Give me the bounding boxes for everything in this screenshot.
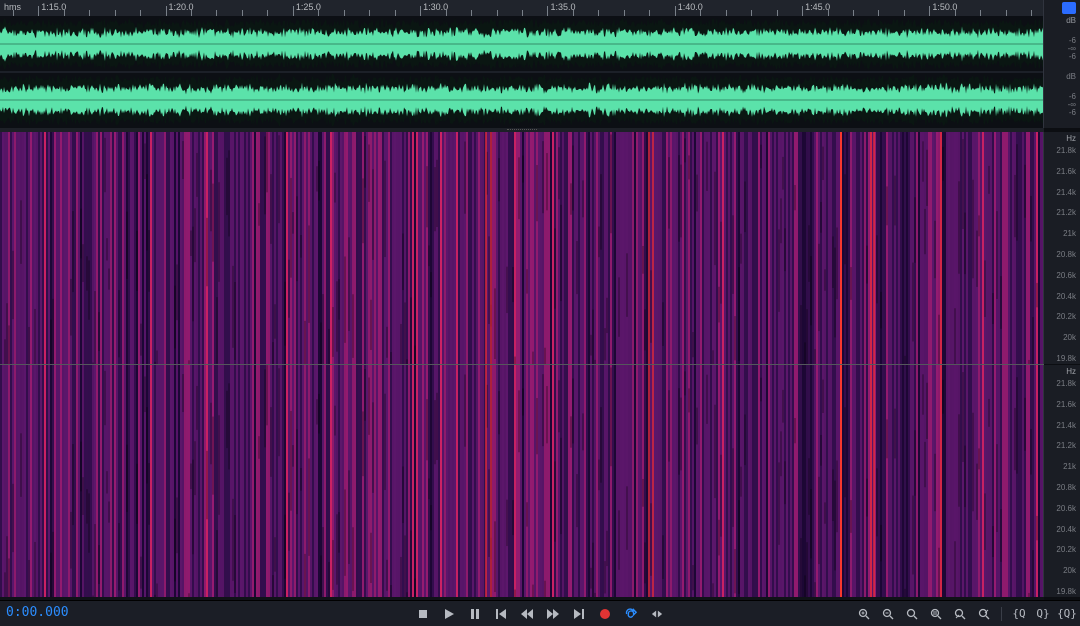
freq-scale-unit-right: Hz xyxy=(1066,367,1076,376)
skip-selection-button[interactable] xyxy=(650,607,664,621)
record-button[interactable] xyxy=(598,607,612,621)
play-button[interactable] xyxy=(442,607,456,621)
zoom-out-point-button[interactable] xyxy=(977,607,991,621)
zoom-in-point-button[interactable] xyxy=(953,607,967,621)
loop-button[interactable] xyxy=(624,607,638,621)
zoom-in-button[interactable] xyxy=(857,607,871,621)
rewind-button[interactable] xyxy=(520,607,534,621)
zoom-controls: {Q Q} {Q} xyxy=(857,601,1074,626)
skip-forward-button[interactable] xyxy=(572,607,586,621)
zoom-full-button[interactable] xyxy=(905,607,919,621)
timeline-options-icon[interactable] xyxy=(1062,2,1076,14)
zoom-out-button[interactable] xyxy=(881,607,895,621)
timeline-corner xyxy=(1043,0,1080,16)
freq-scale-unit-left: Hz xyxy=(1066,134,1076,143)
fast-forward-button[interactable] xyxy=(546,607,560,621)
transport-controls xyxy=(416,601,664,626)
selection-range-button[interactable]: {Q} xyxy=(1060,607,1074,621)
waveform-panel[interactable] xyxy=(0,16,1044,129)
selection-in-button[interactable]: {Q xyxy=(1012,607,1026,621)
status-bar: 0:00.000 {Q Q} {Q} xyxy=(0,600,1080,626)
pause-button[interactable] xyxy=(468,607,482,621)
record-icon xyxy=(600,609,610,619)
stop-button[interactable] xyxy=(416,607,430,621)
frequency-scale-left: Hz 21.8k21.6k21.4k21.2k21k20.8k20.6k20.4… xyxy=(1043,132,1080,364)
frequency-scale-right: Hz 21.8k21.6k21.4k21.2k21k20.8k20.6k20.4… xyxy=(1043,365,1080,597)
selection-out-button[interactable]: Q} xyxy=(1036,607,1050,621)
playhead-time[interactable]: 0:00.000 xyxy=(6,605,69,620)
spectrogram-right[interactable] xyxy=(0,365,1044,597)
zoom-selection-button[interactable] xyxy=(929,607,943,621)
skip-back-button[interactable] xyxy=(494,607,508,621)
toolbar-separator xyxy=(1001,607,1002,621)
waveform-db-scale: dB dB-6-∞-6dB-6-∞-6 xyxy=(1043,16,1080,128)
timeline-ruler[interactable]: hms 1:15.01:20.01:25.01:30.01:35.01:40.0… xyxy=(0,0,1080,17)
spectrogram-left[interactable] xyxy=(0,132,1044,364)
